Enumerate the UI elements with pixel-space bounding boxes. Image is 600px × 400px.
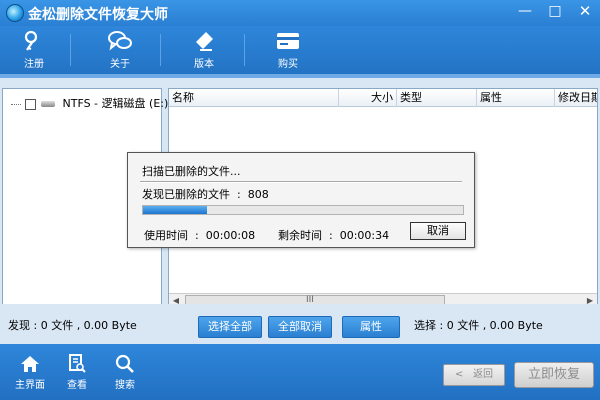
remaining-time-label: 剩余时间	[278, 229, 322, 242]
found-files-count: 808	[247, 188, 269, 201]
cancel-scan-button[interactable]: 取消	[410, 222, 466, 240]
register-button[interactable]: 注册	[6, 29, 62, 71]
remaining-time-separator: :	[329, 229, 333, 242]
home-nav-button[interactable]: 主界面	[10, 354, 50, 391]
scan-progress-fill	[143, 206, 207, 214]
found-files-separator: :	[237, 188, 241, 201]
toolbar-divider	[244, 34, 245, 66]
home-icon	[21, 356, 39, 372]
drive-checkbox[interactable]	[24, 98, 36, 110]
found-summary: 发现 : 0 文件 , 0.00 Byte	[8, 319, 137, 332]
about-label: 关于	[110, 59, 130, 70]
magnifier-icon	[115, 354, 134, 373]
column-attributes[interactable]: 属性	[477, 89, 555, 107]
remaining-time-text: 剩余时间 : 00:00:34	[278, 227, 389, 243]
close-button[interactable]: ✕	[570, 0, 600, 22]
view-nav-button[interactable]: 查看	[57, 354, 97, 391]
minimize-button[interactable]: —	[510, 0, 540, 22]
dialog-divider	[140, 181, 462, 183]
tree-item-drive-e[interactable]: NTFS - 逻辑磁盘 (E:)	[11, 95, 168, 111]
app-logo-icon	[6, 4, 24, 22]
version-button[interactable]: 版本	[176, 29, 232, 71]
back-arrow-icon: <	[455, 369, 464, 380]
disk-icon	[41, 101, 55, 107]
search-nav-button[interactable]: 搜索	[105, 354, 145, 391]
elapsed-time-text: 使用时间 : 00:00:08	[144, 227, 255, 243]
app-title: 金松删除文件恢复大师	[28, 7, 168, 23]
recover-now-button[interactable]: 立即恢复	[514, 362, 594, 388]
drive-label: NTFS - 逻辑磁盘 (E:)	[62, 97, 169, 110]
list-header: 名称 大小 类型 属性 修改日期	[169, 89, 597, 107]
toolbar: 注册 关于 版本 购买	[0, 26, 600, 74]
eraser-icon	[196, 32, 213, 51]
maximize-button[interactable]: □	[540, 0, 570, 22]
status-row: 发现 : 0 文件 , 0.00 Byte 选择全部 全部取消 属性 选择 : …	[0, 304, 600, 344]
view-nav-label: 查看	[67, 380, 87, 391]
found-files-label: 发现已删除的文件	[142, 188, 230, 201]
tree-connector	[11, 103, 21, 105]
bottom-bar: 主界面 查看 搜索 < 返回 立即恢复	[0, 344, 600, 400]
elapsed-time-label: 使用时间	[144, 229, 188, 242]
elapsed-time-value: 00:00:08	[205, 229, 256, 242]
column-type[interactable]: 类型	[397, 89, 477, 107]
about-button[interactable]: 关于	[92, 29, 148, 71]
search-nav-label: 搜索	[115, 380, 135, 391]
properties-button[interactable]: 属性	[342, 316, 400, 338]
toolbar-divider	[70, 34, 71, 66]
register-label: 注册	[24, 59, 44, 70]
buy-label: 购买	[278, 59, 298, 70]
remaining-time-value: 00:00:34	[339, 229, 390, 242]
scan-progress-bar	[142, 205, 464, 215]
found-files-text: 发现已删除的文件 : 808	[142, 186, 269, 202]
elapsed-time-separator: :	[195, 229, 199, 242]
select-all-button[interactable]: 选择全部	[198, 316, 262, 338]
title-bar: 金松删除文件恢复大师 — □ ✕	[0, 0, 600, 26]
back-label: 返回	[472, 369, 493, 380]
card-icon	[277, 33, 299, 49]
key-icon	[24, 30, 38, 51]
document-search-icon	[69, 354, 86, 373]
selected-summary: 选择 : 0 文件 , 0.00 Byte	[414, 319, 543, 332]
scan-progress-dialog: 扫描已删除的文件... 发现已删除的文件 : 808 使用时间 : 00:00:…	[127, 152, 475, 248]
column-size[interactable]: 大小	[339, 89, 397, 107]
back-button[interactable]: < 返回	[443, 364, 505, 386]
scanning-text: 扫描已删除的文件...	[142, 165, 241, 178]
version-label: 版本	[194, 59, 214, 70]
column-modified-date[interactable]: 修改日期	[555, 89, 597, 107]
chat-bubbles-icon	[108, 31, 132, 51]
column-name[interactable]: 名称	[169, 89, 339, 107]
buy-button[interactable]: 购买	[260, 29, 316, 71]
home-nav-label: 主界面	[15, 380, 45, 391]
deselect-all-button[interactable]: 全部取消	[268, 316, 332, 338]
toolbar-divider	[160, 34, 161, 66]
